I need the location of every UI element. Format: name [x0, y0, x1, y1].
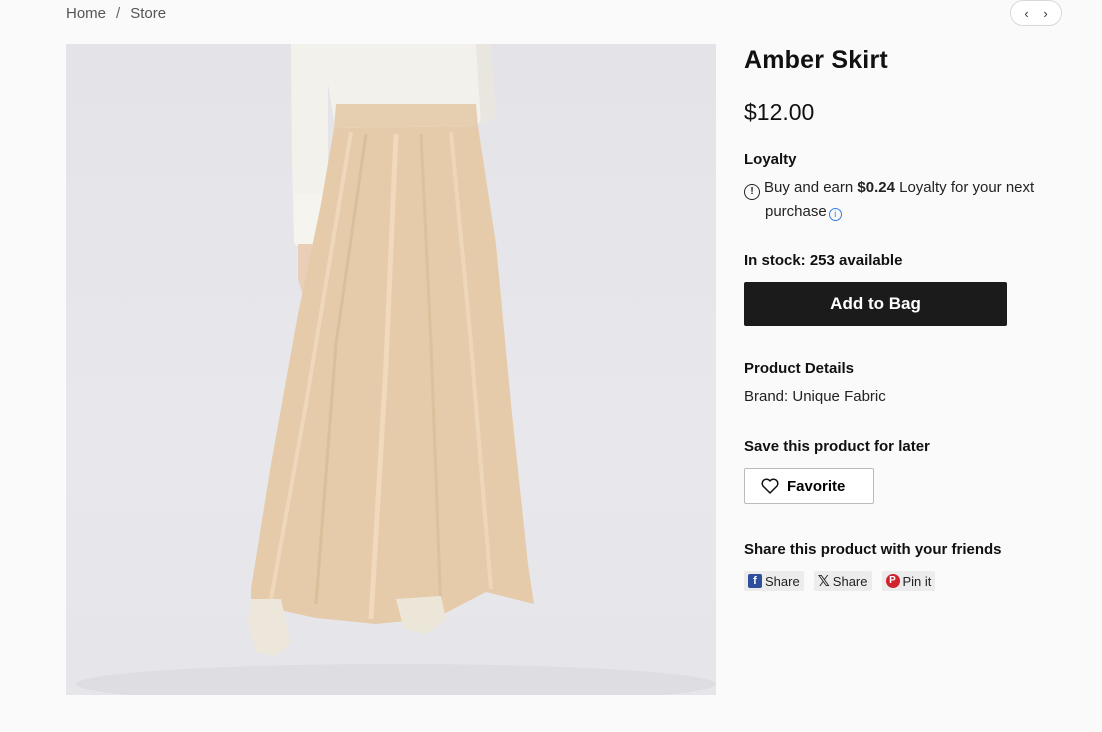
- chevron-left-icon[interactable]: ‹: [1024, 7, 1028, 20]
- share-facebook-label: Share: [765, 573, 800, 589]
- add-to-bag-button[interactable]: Add to Bag: [744, 282, 1007, 326]
- info-icon[interactable]: i: [828, 208, 842, 221]
- breadcrumb-home-link[interactable]: Home: [66, 5, 106, 22]
- stock-status: In stock: 253 available: [744, 252, 903, 269]
- x-icon: 𝕏: [817, 572, 830, 590]
- loyalty-text-after: Loyalty for your next: [899, 179, 1035, 196]
- product-details-heading: Product Details: [744, 360, 855, 377]
- pinterest-icon: P: [885, 574, 900, 588]
- share-x-button[interactable]: 𝕏 Share: [813, 571, 872, 591]
- loyalty-text-before: Buy and earn: [764, 179, 854, 196]
- loyalty-amount: $0.24: [857, 179, 895, 196]
- product-pager: ‹ ›: [1010, 0, 1062, 26]
- share-pinterest-label: Pin it: [902, 573, 932, 589]
- heart-icon: [761, 478, 779, 494]
- loyalty-heading: Loyalty: [744, 151, 797, 168]
- save-for-later-heading: Save this product for later: [744, 438, 930, 455]
- chevron-right-icon[interactable]: ›: [1043, 7, 1047, 20]
- share-buttons: f Share 𝕏 Share P Pin it: [744, 571, 936, 591]
- share-facebook-button[interactable]: f Share: [744, 571, 804, 591]
- favorite-label: Favorite: [787, 477, 846, 495]
- loyalty-coin-icon: !: [744, 184, 760, 200]
- breadcrumb: Home / Store: [66, 3, 166, 23]
- facebook-icon: f: [748, 574, 762, 588]
- product-price: $12.00: [744, 99, 815, 125]
- share-heading: Share this product with your friends: [744, 541, 1002, 558]
- breadcrumb-current: Store: [130, 4, 167, 22]
- breadcrumb-separator: /: [116, 4, 121, 22]
- share-pinterest-button[interactable]: P Pin it: [881, 571, 936, 591]
- loyalty-text-wrap: purchase: [765, 203, 827, 220]
- product-title: Amber Skirt: [744, 46, 888, 74]
- loyalty-message: ! Buy and earn $0.24 Loyalty for your nex…: [744, 176, 1064, 224]
- product-image[interactable]: [66, 44, 716, 695]
- product-photo-illustration: [76, 44, 716, 695]
- favorite-button[interactable]: Favorite: [744, 468, 874, 504]
- product-brand: Brand: Unique Fabric: [744, 388, 886, 405]
- share-x-label: Share: [832, 573, 868, 589]
